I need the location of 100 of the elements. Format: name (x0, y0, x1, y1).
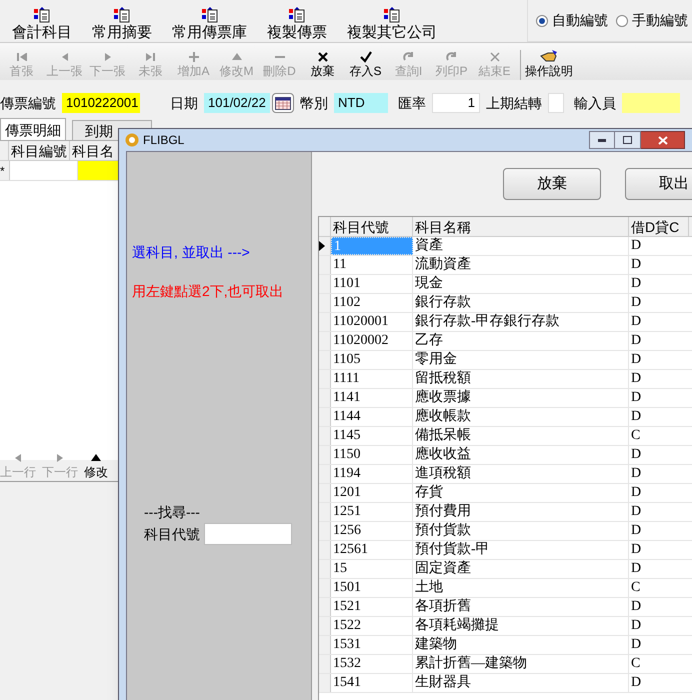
calendar-button[interactable] (272, 93, 294, 113)
close-button[interactable] (641, 131, 685, 149)
numbering-radio[interactable]: 手動編號 (616, 10, 688, 31)
table-cell[interactable]: C (629, 655, 689, 673)
table-cell[interactable]: D (629, 636, 689, 654)
table-cell[interactable]: 1541 (331, 674, 413, 692)
toolbar-button[interactable]: 放棄 (301, 50, 344, 80)
table-cell[interactable]: 備抵呆帳 (413, 427, 629, 445)
field-label: 幣別 (300, 94, 328, 112)
table-cell[interactable]: 應收票據 (413, 389, 629, 407)
table-cell[interactable]: D (629, 560, 689, 578)
voucher-number-field[interactable]: 1010222001 (62, 93, 140, 113)
table-cell[interactable]: 1532 (331, 655, 413, 673)
table-cell[interactable]: 資產 (413, 237, 629, 255)
table-cell[interactable]: 12561 (331, 541, 413, 559)
minimize-icon (598, 138, 606, 142)
table-cell[interactable]: 乙存 (413, 332, 629, 350)
table-cell[interactable]: 銀行存款-甲存銀行存款 (413, 313, 629, 331)
table-cell[interactable]: 應收收益 (413, 446, 629, 464)
table-cell[interactable]: D (629, 484, 689, 502)
table-cell[interactable]: 留抵稅額 (413, 370, 629, 388)
table-cell[interactable]: D (629, 389, 689, 407)
table-cell[interactable]: 1531 (331, 636, 413, 654)
table-cell[interactable]: 各項耗竭攤提 (413, 617, 629, 635)
table-cell[interactable]: D (629, 237, 689, 255)
toolbar-button[interactable]: 複製其它公司 (339, 2, 445, 42)
toolbar-button[interactable]: 存入S (344, 50, 387, 80)
table-cell[interactable]: D (629, 503, 689, 521)
toolbar-button[interactable]: 常用摘要 (84, 2, 160, 42)
table-cell[interactable]: C (629, 427, 689, 445)
table-cell[interactable]: D (629, 370, 689, 388)
minimize-button[interactable] (589, 131, 615, 149)
table-cell[interactable]: 1111 (331, 370, 413, 388)
table-cell[interactable]: 應收帳款 (413, 408, 629, 426)
table-cell[interactable]: D (629, 522, 689, 540)
table-cell[interactable]: D (629, 674, 689, 692)
table-cell[interactable]: 1201 (331, 484, 413, 502)
table-cell[interactable]: 預付貨款 (413, 522, 629, 540)
table-cell[interactable]: 11020002 (331, 332, 413, 350)
table-cell[interactable]: 存貨 (413, 484, 629, 502)
dialog-button[interactable]: 取出 (625, 168, 692, 200)
table-cell[interactable]: D (629, 294, 689, 312)
table-cell[interactable]: 1251 (331, 503, 413, 521)
table-cell[interactable]: 各項折舊 (413, 598, 629, 616)
table-cell[interactable]: 1144 (331, 408, 413, 426)
table-cell[interactable]: 土地 (413, 579, 629, 597)
table-cell[interactable]: D (629, 598, 689, 616)
tab[interactable]: 傳票明細 (0, 118, 66, 140)
entered-by-field[interactable] (622, 93, 680, 113)
row-header[interactable] (319, 237, 331, 255)
toolbar-button[interactable]: 常用傳票庫 (164, 2, 255, 42)
toolbar-button[interactable]: 操作說明 (520, 50, 573, 80)
table-cell[interactable]: D (629, 313, 689, 331)
table-cell[interactable]: C (629, 579, 689, 597)
table-cell[interactable]: D (629, 617, 689, 635)
row-button[interactable]: 修改 (84, 451, 108, 479)
close-icon (488, 50, 502, 64)
table-cell[interactable]: 1256 (331, 522, 413, 540)
rate-field[interactable]: 1 (432, 93, 480, 113)
table-cell[interactable]: 固定資產 (413, 560, 629, 578)
table-cell[interactable]: 11 (331, 256, 413, 274)
toolbar-button[interactable]: 會計科目 (4, 2, 80, 42)
table-cell[interactable]: 銀行存款 (413, 294, 629, 312)
table-cell[interactable]: D (629, 465, 689, 483)
table-cell[interactable]: 1150 (331, 446, 413, 464)
table-cell[interactable]: 1105 (331, 351, 413, 369)
table-cell[interactable]: D (629, 408, 689, 426)
table-cell[interactable]: 建築物 (413, 636, 629, 654)
search-field[interactable] (204, 523, 292, 545)
table-cell[interactable]: D (629, 256, 689, 274)
table-cell[interactable]: 1501 (331, 579, 413, 597)
table-cell[interactable]: 1522 (331, 617, 413, 635)
table-cell[interactable]: D (629, 446, 689, 464)
table-cell[interactable]: 1102 (331, 294, 413, 312)
table-cell[interactable]: 預付費用 (413, 503, 629, 521)
toolbar-button[interactable]: 複製傳票 (259, 2, 335, 42)
table-cell[interactable]: 11020001 (331, 313, 413, 331)
table-cell[interactable]: 1194 (331, 465, 413, 483)
table-cell[interactable]: 預付貨款-甲 (413, 541, 629, 559)
table-cell[interactable]: 現金 (413, 275, 629, 293)
table-cell[interactable]: 累計折舊—建築物 (413, 655, 629, 673)
table-cell[interactable]: 進項稅額 (413, 465, 629, 483)
table-cell[interactable]: D (629, 332, 689, 350)
table-cell[interactable]: D (629, 275, 689, 293)
table-cell[interactable]: 1141 (331, 389, 413, 407)
carry-field[interactable] (548, 93, 564, 113)
date-field[interactable]: 101/02/22 (204, 93, 270, 113)
table-cell[interactable]: D (629, 351, 689, 369)
numbering-radio[interactable]: 自動編號 (536, 10, 608, 31)
table-cell[interactable]: D (629, 541, 689, 559)
maximize-button[interactable] (615, 131, 641, 149)
table-cell[interactable]: 1101 (331, 275, 413, 293)
table-cell[interactable]: 零用金 (413, 351, 629, 369)
table-cell[interactable]: 1145 (331, 427, 413, 445)
currency-field[interactable]: NTD (334, 93, 388, 113)
table-cell[interactable]: 流動資產 (413, 256, 629, 274)
table-cell[interactable]: 生財器具 (413, 674, 629, 692)
table-cell[interactable]: 1521 (331, 598, 413, 616)
table-cell[interactable]: 15 (331, 560, 413, 578)
dialog-button[interactable]: 放棄 (503, 168, 601, 200)
